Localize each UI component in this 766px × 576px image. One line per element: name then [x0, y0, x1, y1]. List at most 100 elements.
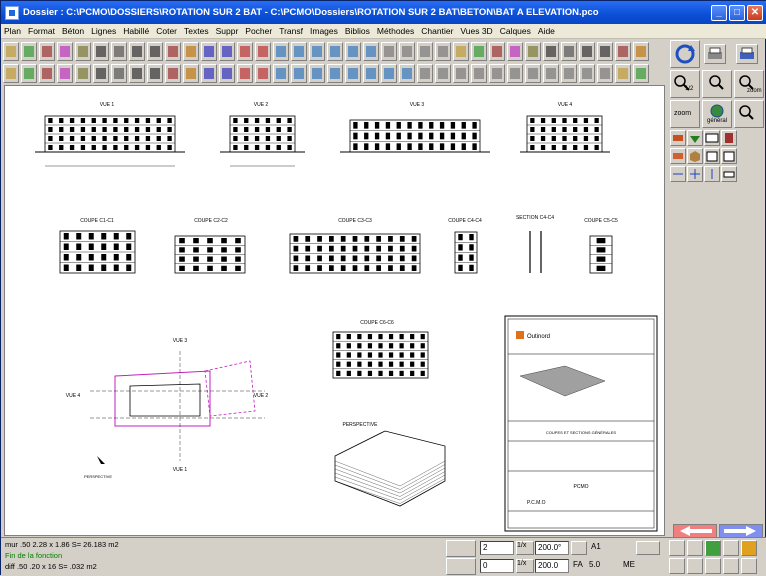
menu-vues-3d[interactable]: Vues 3D — [460, 26, 492, 36]
menu-images[interactable]: Images — [310, 26, 338, 36]
second-tool-button-30[interactable] — [525, 63, 541, 83]
top-tool-button-27[interactable] — [471, 41, 487, 61]
zoom-plus-button[interactable]: zoom — [734, 70, 764, 98]
top-tool-button-12[interactable] — [201, 41, 217, 61]
second-tool-button-34[interactable] — [597, 63, 613, 83]
second-tool-button-19[interactable] — [327, 63, 343, 83]
top-tool-button-30[interactable] — [525, 41, 541, 61]
minimize-button[interactable]: _ — [711, 4, 727, 21]
second-tool-button-13[interactable] — [219, 63, 235, 83]
second-tool-button-26[interactable] — [453, 63, 469, 83]
scale-field-2[interactable]: 200.0 — [535, 559, 569, 573]
second-tool-button-11[interactable] — [183, 63, 199, 83]
second-tool-button-7[interactable] — [111, 63, 127, 83]
top-tool-button-19[interactable] — [327, 41, 343, 61]
cursor-mode-button[interactable] — [446, 540, 476, 557]
top-tool-button-8[interactable] — [129, 41, 145, 61]
menu-calques[interactable]: Calques — [500, 26, 531, 36]
next-arrow-button[interactable] — [719, 524, 763, 538]
scale-toggle-1[interactable]: 1/x — [516, 541, 534, 555]
second-tool-button-8[interactable] — [129, 63, 145, 83]
menu-beton[interactable]: Béton — [62, 26, 84, 36]
top-tool-button-18[interactable] — [309, 41, 325, 61]
tool-f-button[interactable] — [687, 148, 703, 164]
top-tool-button-14[interactable] — [237, 41, 253, 61]
second-tool-button-5[interactable] — [75, 63, 91, 83]
previous-arrow-button[interactable] — [673, 524, 717, 538]
top-tool-button-25[interactable] — [435, 41, 451, 61]
second-tool-button-17[interactable] — [291, 63, 307, 83]
menu-format[interactable]: Format — [28, 26, 55, 36]
second-tool-button-16[interactable] — [273, 63, 289, 83]
zoom-general-button[interactable]: général — [702, 100, 732, 128]
plot-button[interactable] — [736, 44, 758, 64]
top-tool-button-29[interactable] — [507, 41, 523, 61]
tool-k-button[interactable] — [704, 166, 720, 182]
top-tool-button-10[interactable] — [165, 41, 181, 61]
menu-habille[interactable]: Habillé — [123, 26, 149, 36]
menu-coter[interactable]: Coter — [156, 26, 177, 36]
top-tool-button-7[interactable] — [111, 41, 127, 61]
menu-aide[interactable]: Aide — [538, 26, 555, 36]
top-tool-button-9[interactable] — [147, 41, 163, 61]
a1-format-button[interactable] — [571, 541, 587, 555]
top-tool-button-31[interactable] — [543, 41, 559, 61]
second-tool-button-35[interactable] — [615, 63, 631, 83]
top-tool-button-17[interactable] — [291, 41, 307, 61]
snap-cross-button[interactable] — [705, 540, 721, 556]
second-tool-button-32[interactable] — [561, 63, 577, 83]
top-tool-button-11[interactable] — [183, 41, 199, 61]
second-tool-button-36[interactable] — [633, 63, 649, 83]
zoom-next-button[interactable] — [734, 100, 764, 128]
top-tool-button-4[interactable] — [57, 41, 73, 61]
second-tool-button-15[interactable] — [255, 63, 271, 83]
menu-suppr[interactable]: Suppr — [216, 26, 239, 36]
snap-arc-button[interactable] — [741, 540, 757, 556]
blank-field[interactable] — [636, 541, 660, 555]
top-tool-button-1[interactable] — [3, 41, 19, 61]
second-tool-button-12[interactable] — [201, 63, 217, 83]
snap-point-button[interactable] — [669, 540, 685, 556]
second-tool-button-25[interactable] — [435, 63, 451, 83]
menu-chantier[interactable]: Chantier — [421, 26, 453, 36]
mode-b-button[interactable] — [687, 558, 703, 574]
mode-c-button[interactable] — [705, 558, 721, 574]
tool-e-button[interactable] — [670, 148, 686, 164]
second-tool-button-2[interactable] — [21, 63, 37, 83]
top-tool-button-5[interactable] — [75, 41, 91, 61]
top-tool-button-3[interactable] — [39, 41, 55, 61]
zoom-window-button[interactable]: zoom — [670, 100, 700, 128]
refresh-button[interactable] — [670, 40, 700, 68]
top-tool-button-15[interactable] — [255, 41, 271, 61]
second-tool-button-20[interactable] — [345, 63, 361, 83]
top-tool-button-16[interactable] — [273, 41, 289, 61]
top-tool-button-33[interactable] — [579, 41, 595, 61]
second-tool-button-28[interactable] — [489, 63, 505, 83]
field-b[interactable]: 0 — [480, 559, 514, 573]
scale-field-1[interactable]: 200.0° — [535, 541, 569, 555]
menu-lignes[interactable]: Lignes — [91, 26, 116, 36]
drawing-canvas[interactable]: VUE 1 VUE 2 VUE 3 VUE 4 COUPE C1-C1 COUPE C2-… — [4, 85, 665, 536]
snap-angle-button[interactable] — [723, 540, 739, 556]
second-tool-button-29[interactable] — [507, 63, 523, 83]
tool-h-button[interactable] — [721, 148, 737, 164]
second-tool-button-23[interactable] — [399, 63, 415, 83]
top-tool-button-21[interactable] — [363, 41, 379, 61]
tool-c-button[interactable] — [704, 130, 720, 146]
scale-toggle-2[interactable]: 1/x — [516, 559, 534, 573]
second-tool-button-33[interactable] — [579, 63, 595, 83]
top-tool-button-35[interactable] — [615, 41, 631, 61]
tool-i-button[interactable] — [670, 166, 686, 182]
print-button[interactable] — [704, 44, 726, 64]
tool-l-button[interactable] — [721, 166, 737, 182]
second-tool-button-4[interactable] — [57, 63, 73, 83]
tool-j-button[interactable] — [687, 166, 703, 182]
maximize-button[interactable]: □ — [729, 4, 745, 21]
second-tool-button-21[interactable] — [363, 63, 379, 83]
second-tool-button-1[interactable] — [3, 63, 19, 83]
top-tool-button-36[interactable] — [633, 41, 649, 61]
top-tool-button-23[interactable] — [399, 41, 415, 61]
top-tool-button-22[interactable] — [381, 41, 397, 61]
top-tool-button-20[interactable] — [345, 41, 361, 61]
tool-a-button[interactable] — [670, 130, 686, 146]
